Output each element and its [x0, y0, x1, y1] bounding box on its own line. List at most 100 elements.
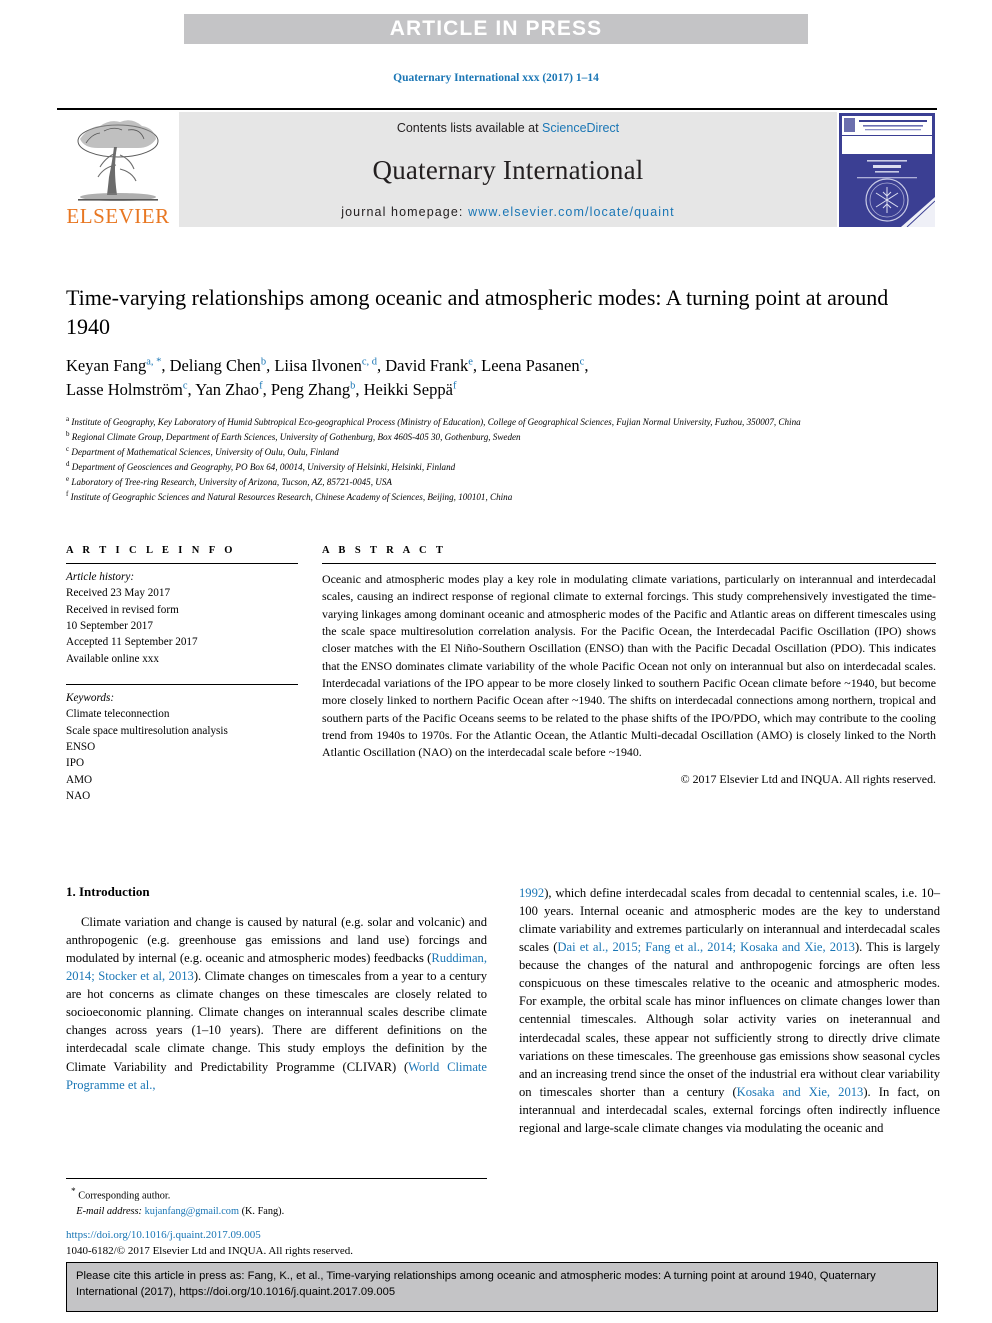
affiliation-item: f Institute of Geographic Sciences and N… [66, 489, 936, 504]
author-affil-mark[interactable]: e [468, 357, 473, 368]
journal-title: Quaternary International [372, 154, 644, 185]
doi-and-issn-block: https://doi.org/10.1016/j.quaint.2017.09… [66, 1228, 506, 1259]
author-name: Liisa Ilvonen [274, 356, 362, 376]
author-affil-mark[interactable]: b [350, 381, 355, 392]
author-affil-mark[interactable]: c [183, 381, 188, 392]
corresponding-author-line: * Corresponding author. [66, 1185, 487, 1204]
affiliation-label: d [66, 459, 70, 468]
article-history-item: 10 September 2017 [66, 620, 153, 633]
keyword-item: AMO [66, 773, 93, 786]
affiliation-item: e Laboratory of Tree-ring Research, Univ… [66, 474, 936, 489]
article-history-item: Accepted 11 September 2017 [66, 636, 198, 649]
cite-this-article-text: Please cite this article in press as: Fa… [76, 1270, 876, 1298]
affiliation-text: Department of Geosciences and Geography,… [71, 461, 456, 472]
article-history-item: Received in revised form [66, 603, 179, 616]
article-history-item: Received 23 May 2017 [66, 587, 171, 600]
affiliation-item: a Institute of Geography, Key Laboratory… [66, 414, 936, 429]
elsevier-wordmark: ELSEVIER [66, 204, 170, 228]
article-history-item: Available online xxx [66, 652, 159, 665]
affiliation-text: Institute of Geographic Sciences and Nat… [70, 492, 513, 503]
homepage-prefix: journal homepage: [341, 205, 469, 219]
doi-link[interactable]: https://doi.org/10.1016/j.quaint.2017.09… [66, 1228, 506, 1244]
affiliation-text: Laboratory of Tree-ring Research, Univer… [71, 477, 392, 488]
author-name: Keyan Fang [66, 356, 147, 376]
author-affil-mark[interactable]: c, d [362, 357, 377, 368]
body-column-left: 1. Introduction Climate variation and ch… [66, 884, 487, 1137]
affiliation-label: b [66, 429, 70, 438]
author-name: Yan Zhao [195, 380, 260, 400]
keywords-block: Keywords: Climate teleconnection Scale s… [66, 679, 298, 804]
author-list: Keyan Fanga, *, Deliang Chenb, Liisa Ilv… [66, 356, 589, 400]
citation-link[interactable]: Kosaka and Xie, 2013 [737, 1085, 864, 1099]
intro-text-d: ). This is largely because the changes o… [519, 940, 941, 1099]
keyword-item: Scale space multiresolution analysis [66, 724, 228, 737]
author-name: Lasse Holmström [66, 380, 183, 400]
citation-link-continued[interactable]: 1992 [519, 886, 544, 900]
email-line: E-mail address: kujanfang@gmail.com (K. … [66, 1204, 487, 1219]
journal-cover-thumbnail [837, 112, 937, 227]
affiliation-label: c [66, 444, 70, 453]
keyword-item: IPO [66, 757, 85, 770]
title-and-authors: Time-varying relationships among oceanic… [66, 283, 936, 504]
contents-lists-line: Contents lists available at ScienceDirec… [397, 121, 619, 135]
email-label: E-mail address: [76, 1205, 142, 1217]
author-name: Peng Zhang [270, 380, 351, 400]
corresponding-author-footnote: * Corresponding author. E-mail address: … [66, 1178, 487, 1219]
intro-paragraph-right: 1992), which define interdecadal scales … [519, 884, 940, 1137]
cite-this-article-box: Please cite this article in press as: Fa… [66, 1262, 938, 1312]
keyword-item: Climate teleconnection [66, 708, 170, 721]
info-abstract-region: A R T I C L E I N F O Article history: R… [66, 545, 936, 804]
affiliation-item: b Regional Climate Group, Department of … [66, 429, 936, 444]
author-affil-mark[interactable]: a, * [146, 357, 161, 368]
corresponding-author-label: Corresponding author. [78, 1190, 171, 1202]
article-history-block: Article history: Received 23 May 2017 Re… [66, 564, 298, 667]
intro-text-b: ). Climate changes on timescales from a … [66, 969, 487, 1074]
elsevier-tree-icon [77, 120, 159, 201]
citation-link[interactable]: Dai et al., 2015; Fang et al., 2014; Kos… [557, 940, 855, 954]
article-in-press-label: ARTICLE IN PRESS [389, 17, 603, 40]
issn-copyright-line: 1040-6182/© 2017 Elsevier Ltd and INQUA.… [66, 1244, 353, 1257]
affiliation-label: e [66, 475, 70, 484]
affiliation-text: Regional Climate Group, Department of Ea… [71, 431, 521, 442]
abstract-copyright: © 2017 Elsevier Ltd and INQUA. All right… [680, 772, 936, 787]
author-affil-mark[interactable]: f [259, 381, 263, 392]
keyword-item: ENSO [66, 741, 96, 754]
intro-text-a: Climate variation and change is caused b… [66, 915, 487, 966]
affiliation-label: f [66, 490, 69, 499]
article-history-label: Article history: [66, 571, 135, 583]
journal-homepage-line: journal homepage: www.elsevier.com/locat… [341, 205, 675, 219]
masthead-center: Contents lists available at ScienceDirec… [179, 112, 837, 227]
article-in-press-banner: ARTICLE IN PRESS [184, 14, 808, 44]
email-link[interactable]: kujanfang@gmail.com [145, 1206, 239, 1217]
author-name: Deliang Chen [169, 356, 261, 376]
running-head: Quaternary International xxx (2017) 1–14 [393, 72, 599, 84]
author-affil-mark[interactable]: c [580, 357, 585, 368]
section-heading-introduction: 1. Introduction [66, 884, 150, 899]
author-affil-mark[interactable]: f [453, 381, 457, 392]
journal-homepage-link[interactable]: www.elsevier.com/locate/quaint [468, 205, 675, 219]
journal-cover-image [839, 112, 935, 227]
author-affil-mark[interactable]: b [261, 357, 266, 368]
page-title: Time-varying relationships among oceanic… [66, 285, 889, 340]
affiliation-text: Institute of Geography, Key Laboratory o… [71, 416, 801, 427]
corresponding-author-star: * [71, 1186, 76, 1196]
affiliation-label: a [66, 414, 70, 423]
email-suffix: (K. Fang). [241, 1205, 285, 1217]
intro-paragraph-left: Climate variation and change is caused b… [66, 913, 487, 1094]
abstract-column: A B S T R A C T Oceanic and atmospheric … [322, 545, 936, 804]
contents-prefix: Contents lists available at [396, 121, 543, 135]
author-name: Heikki Seppä [363, 380, 453, 400]
introduction-section: 1. Introduction Climate variation and ch… [66, 884, 940, 1137]
affiliation-item: d Department of Geosciences and Geograph… [66, 459, 936, 474]
affiliation-item: c Department of Mathematical Sciences, U… [66, 444, 936, 459]
elsevier-logo: ELSEVIER [57, 110, 179, 228]
affiliation-text: Department of Mathematical Sciences, Uni… [71, 446, 339, 457]
sciencedirect-link[interactable]: ScienceDirect [542, 121, 619, 135]
author-name: David Frank [385, 356, 469, 376]
article-info-heading: A R T I C L E I N F O [66, 545, 236, 556]
affiliation-list: a Institute of Geography, Key Laboratory… [66, 414, 936, 505]
article-info-column: A R T I C L E I N F O Article history: R… [66, 545, 298, 804]
abstract-text: Oceanic and atmospheric modes play a key… [322, 572, 936, 760]
body-column-right: 1992), which define interdecadal scales … [519, 884, 940, 1137]
author-name: Leena Pasanen [481, 356, 580, 376]
